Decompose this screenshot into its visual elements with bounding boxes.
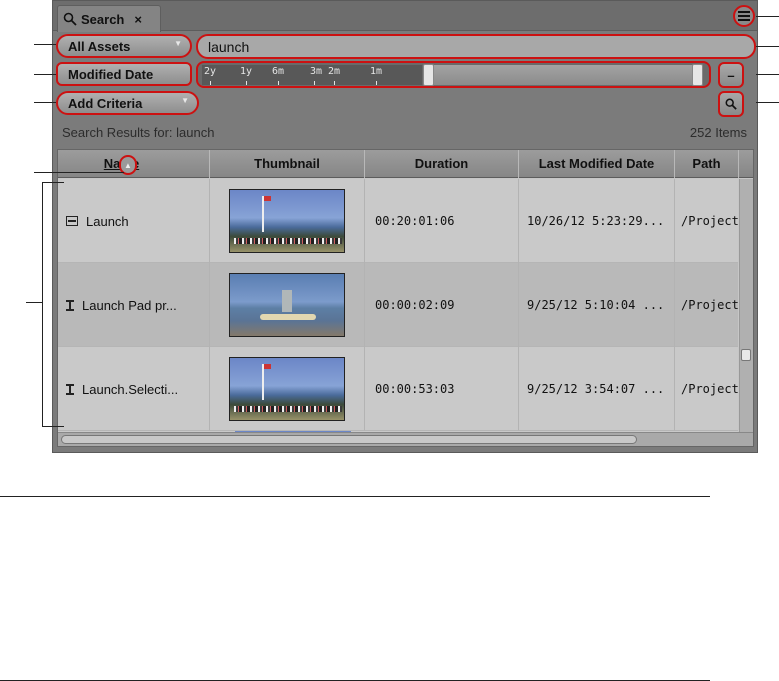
callout-line bbox=[34, 74, 56, 75]
thumbnail-image bbox=[229, 273, 345, 337]
criteria-label: Modified Date bbox=[68, 66, 154, 82]
tick-label: 1y bbox=[240, 66, 253, 77]
selected-range bbox=[434, 65, 702, 85]
name-cell: Launch bbox=[58, 179, 210, 263]
callout-line bbox=[34, 172, 124, 173]
date-range-slider[interactable]: 2y 1y 6m 3m 2m 1m bbox=[196, 61, 711, 88]
column-header-path[interactable]: Path bbox=[675, 150, 739, 178]
timeline-scale: 2y 1y 6m 3m 2m 1m bbox=[202, 65, 422, 85]
tab-bar: Search × bbox=[53, 1, 757, 32]
close-icon[interactable]: × bbox=[134, 12, 142, 27]
thumbnail-image bbox=[229, 357, 345, 421]
table-row[interactable]: Launch 00:20:01:06 10/26/12 5:23:29... /… bbox=[58, 179, 739, 263]
tick-label: 3m bbox=[310, 66, 323, 77]
search-input[interactable] bbox=[196, 34, 756, 59]
tick-label: 2m bbox=[328, 66, 341, 77]
duration-cell: 00:20:01:06 bbox=[365, 179, 519, 263]
panel-menu-button[interactable] bbox=[733, 5, 755, 27]
dropdown-arrow-icon: ▼ bbox=[174, 39, 182, 48]
path-cell: /Project bbox=[681, 382, 739, 396]
vertical-scrollbar[interactable] bbox=[739, 179, 753, 432]
path-cell: /Project bbox=[681, 298, 739, 312]
tab-label: Search bbox=[81, 11, 125, 27]
callout-line bbox=[756, 46, 779, 47]
results-table: Name ▲ Thumbnail Duration Last Modified … bbox=[57, 149, 754, 447]
callout-line bbox=[756, 102, 779, 103]
modified-cell: 9/25/12 3:54:07 ... bbox=[519, 347, 675, 431]
table-row[interactable]: Launch.Selecti... 00:00:53:03 9/25/12 3:… bbox=[58, 347, 739, 431]
callout-bracket bbox=[42, 182, 43, 426]
name-cell: Launch.Selecti... bbox=[58, 347, 210, 431]
callout-line bbox=[42, 426, 64, 427]
modified-cell: 9/25/12 5:10:04 ... bbox=[519, 263, 675, 347]
thumbnail-cell bbox=[210, 179, 365, 263]
thumbnail-image bbox=[229, 189, 345, 253]
criteria-modified-date[interactable]: Modified Date bbox=[56, 62, 192, 86]
search-icon bbox=[725, 98, 737, 110]
callout-line bbox=[42, 182, 64, 183]
range-end-handle[interactable] bbox=[692, 64, 703, 86]
table-header: Name ▲ Thumbnail Duration Last Modified … bbox=[58, 150, 753, 178]
callout-line bbox=[756, 16, 779, 17]
column-header-duration[interactable]: Duration bbox=[365, 150, 519, 178]
tab-search[interactable]: Search × bbox=[57, 5, 161, 32]
divider bbox=[0, 496, 710, 497]
callout-line bbox=[26, 302, 42, 303]
scrollbar-thumb[interactable] bbox=[61, 435, 637, 444]
search-icon bbox=[63, 12, 77, 26]
thumbnail-cell bbox=[210, 263, 365, 347]
sequence-icon bbox=[66, 383, 74, 395]
tick-label: 1m bbox=[370, 66, 383, 77]
duration-cell: 00:00:53:03 bbox=[365, 347, 519, 431]
asset-name: Launch Pad pr... bbox=[82, 297, 177, 313]
callout-line bbox=[34, 44, 56, 45]
tick-label: 6m bbox=[272, 66, 285, 77]
scrollbar-thumb[interactable] bbox=[741, 349, 751, 361]
table-row[interactable]: Launch Pad pr... 00:00:02:09 9/25/12 5:1… bbox=[58, 263, 739, 347]
asset-name: Launch.Selecti... bbox=[82, 381, 179, 397]
scope-dropdown[interactable]: All Assets ▼ bbox=[56, 34, 192, 58]
thumbnail-cell bbox=[210, 347, 365, 431]
column-header-modified[interactable]: Last Modified Date bbox=[519, 150, 675, 178]
search-button[interactable] bbox=[718, 91, 744, 117]
tick-label: 2y bbox=[204, 66, 217, 77]
clip-icon bbox=[66, 216, 78, 226]
column-header-thumbnail[interactable]: Thumbnail bbox=[210, 150, 365, 178]
range-start-handle[interactable] bbox=[423, 64, 434, 86]
sequence-icon bbox=[66, 299, 74, 311]
items-count: 252 Items bbox=[689, 125, 747, 140]
add-criteria-label: Add Criteria bbox=[68, 95, 143, 111]
search-panel: Search × All Assets ▼ Modified Date 2y 1… bbox=[52, 0, 758, 453]
duration-cell: 00:00:02:09 bbox=[365, 263, 519, 347]
path-cell: /Project bbox=[681, 214, 739, 228]
name-cell: Launch Pad pr... bbox=[58, 263, 210, 347]
hamburger-icon bbox=[738, 11, 750, 21]
modified-cell: 10/26/12 5:23:29... bbox=[519, 179, 675, 263]
remove-criteria-button[interactable]: – bbox=[718, 62, 744, 88]
search-results-label: Search Results for: launch bbox=[62, 125, 215, 140]
callout-line bbox=[756, 74, 779, 75]
horizontal-scrollbar[interactable] bbox=[58, 432, 753, 446]
minus-icon: – bbox=[727, 67, 735, 83]
add-criteria-dropdown[interactable]: Add Criteria ▼ bbox=[56, 91, 199, 115]
dropdown-arrow-icon: ▼ bbox=[181, 96, 189, 105]
scope-dropdown-label: All Assets bbox=[68, 38, 131, 54]
asset-name: Launch bbox=[86, 213, 129, 229]
callout-line bbox=[34, 102, 56, 103]
